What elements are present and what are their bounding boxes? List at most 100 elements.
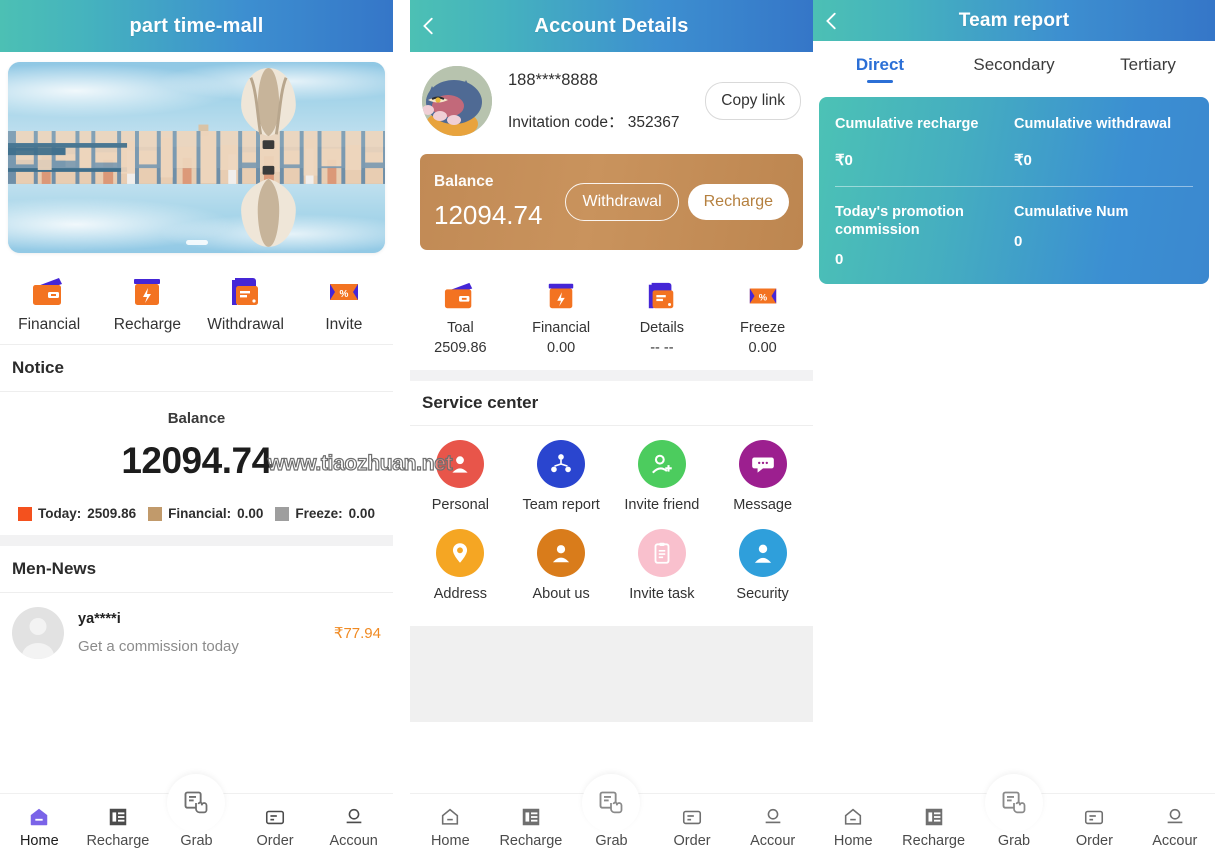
quick-action-recharge[interactable]: Recharge [98,275,196,334]
service-label: Security [736,586,789,602]
legend-label: Freeze: [295,506,343,521]
stat-total[interactable]: Toal 2509.86 [410,280,511,356]
tab-grab[interactable]: Grab [571,774,652,853]
service-item-invite-friend[interactable]: Invite friend [612,440,713,513]
tab-home[interactable]: Home [813,804,893,853]
tab-account[interactable]: Accour [1135,804,1215,853]
balance-summary: Balance 12094.74 Today: 2509.86 Financia… [0,392,393,535]
list-item-body: ya****i Get a commission today [78,611,320,655]
service-item-team-report[interactable]: Team report [511,440,612,513]
phone-panel-team-report: Team report Direct Secondary Tertiary Cu… [813,0,1215,853]
service-item-about-us[interactable]: About us [511,529,612,602]
service-item-personal[interactable]: Personal [410,440,511,513]
tab-secondary[interactable]: Secondary [947,55,1081,75]
team-summary-card: Cumulative recharge ₹0 Cumulative withdr… [819,97,1209,285]
grab-bubble[interactable] [167,774,226,832]
bottom-tabbar: Home Recharge Grab [813,774,1215,853]
list-item-name: ya****i [78,611,121,627]
service-label: About us [532,586,590,602]
stat-financial[interactable]: Financial 0.00 [511,280,612,356]
coupon-percent-icon: % [329,284,358,300]
team-report-appbar: Team report [813,0,1215,41]
account-phone: 188****8888 [508,70,598,89]
legend-value: 2509.86 [87,506,137,521]
panel-gap [393,0,410,853]
stat-value: 2509.86 [434,340,487,356]
tab-grab[interactable]: Grab [974,774,1054,853]
list-item[interactable]: ya****i Get a commission today ₹77.94 [0,593,393,673]
tab-recharge[interactable]: Recharge [491,804,572,853]
legend-value: 0.00 [348,506,375,521]
grab-bubble[interactable] [985,774,1044,832]
stat-value: 0.00 [547,340,576,356]
cat-avatar[interactable] [422,66,492,136]
team-cell-cumulative-recharge: Cumulative recharge ₹0 [835,115,1014,169]
tab-home[interactable]: Home [410,804,491,853]
tab-account[interactable]: Accour [732,804,813,853]
balance-caption: Balance [167,410,226,427]
legend-item-freeze: Freeze: 0.00 [275,506,375,521]
tab-account[interactable]: Accoun [314,804,393,853]
quick-actions-row: Financial Recharge Withdrawal % Invite [0,261,393,345]
tab-order[interactable]: Order [652,804,733,853]
hot-air-balloon-upper [240,67,296,149]
chat-bubble-icon [738,440,787,488]
grab-bubble[interactable] [582,774,641,832]
service-item-message[interactable]: Message [712,440,813,513]
stat-label: Freeze [740,320,786,336]
receipt-icon [921,804,947,830]
tab-recharge[interactable]: Recharge [79,804,158,853]
chevron-left-icon[interactable] [821,10,843,32]
service-item-security[interactable]: Security [712,529,813,602]
quick-action-label: Invite [325,316,363,333]
account-header: 188****8888 Invitation code： 352367 Copy… [410,52,813,154]
chevron-left-icon[interactable] [418,15,440,37]
tab-tertiary[interactable]: Tertiary [1081,55,1215,75]
tab-direct[interactable]: Direct [813,55,947,75]
service-label: Team report [522,497,600,513]
city-banner-image[interactable] [8,62,385,253]
phone-panel-account: Account Details 188****8888 Invitation c… [410,0,813,853]
copy-link-button[interactable]: Copy link [705,82,801,120]
team-summary-row-top: Cumulative recharge ₹0 Cumulative withdr… [835,115,1193,169]
clipboard-icon [637,529,686,577]
service-item-address[interactable]: Address [410,529,511,602]
quick-action-invite[interactable]: % Invite [295,275,393,334]
service-item-invite-task[interactable]: Invite task [612,529,713,602]
avatar [12,607,64,659]
team-cell-key: Cumulative recharge [835,116,979,132]
tab-order[interactable]: Order [236,804,315,853]
withdrawal-button[interactable]: Withdrawal [565,183,679,221]
tab-grab[interactable]: Grab [157,774,236,853]
tab-label: Recharge [499,833,563,849]
phone-panel-home: part time-mall Financial Recharge Withdr… [0,0,393,853]
team-cell-key: Cumulative Num [1014,204,1129,221]
legend-swatch [148,506,163,521]
stat-details[interactable]: Details -- -- [612,280,713,356]
svg-text:%: % [758,292,767,303]
order-list-icon [679,804,705,830]
receipt-icon [518,804,544,830]
tab-label: Accour [1152,833,1198,849]
tab-label: Grab [180,833,213,849]
recharge-icon [134,279,161,305]
service-center-title: Service center [410,381,813,426]
tab-label: Recharge [902,833,966,849]
team-cell-cumulative-num: Cumulative Num 0 [1014,203,1193,268]
recharge-button[interactable]: Recharge [687,184,789,220]
carousel-dot[interactable] [185,240,208,245]
team-cell-value: ₹0 [835,152,853,170]
service-label: Address [433,586,487,602]
tab-order[interactable]: Order [1054,804,1134,853]
tab-recharge[interactable]: Recharge [893,804,973,853]
quick-action-withdrawal[interactable]: Withdrawal [197,275,295,334]
screenshot-stage: part time-mall Financial Recharge Withdr… [0,0,1218,853]
person-circle-icon [436,440,485,488]
stat-freeze[interactable]: % Freeze 0.00 [712,280,813,356]
quick-action-financial[interactable]: Financial [0,275,98,334]
team-cell-cumulative-withdrawal: Cumulative withdrawal ₹0 [1014,115,1193,169]
tab-home[interactable]: Home [0,804,79,853]
stat-label: Financial [532,320,591,336]
tab-label: Recharge [86,833,150,849]
home-icon [26,804,52,830]
